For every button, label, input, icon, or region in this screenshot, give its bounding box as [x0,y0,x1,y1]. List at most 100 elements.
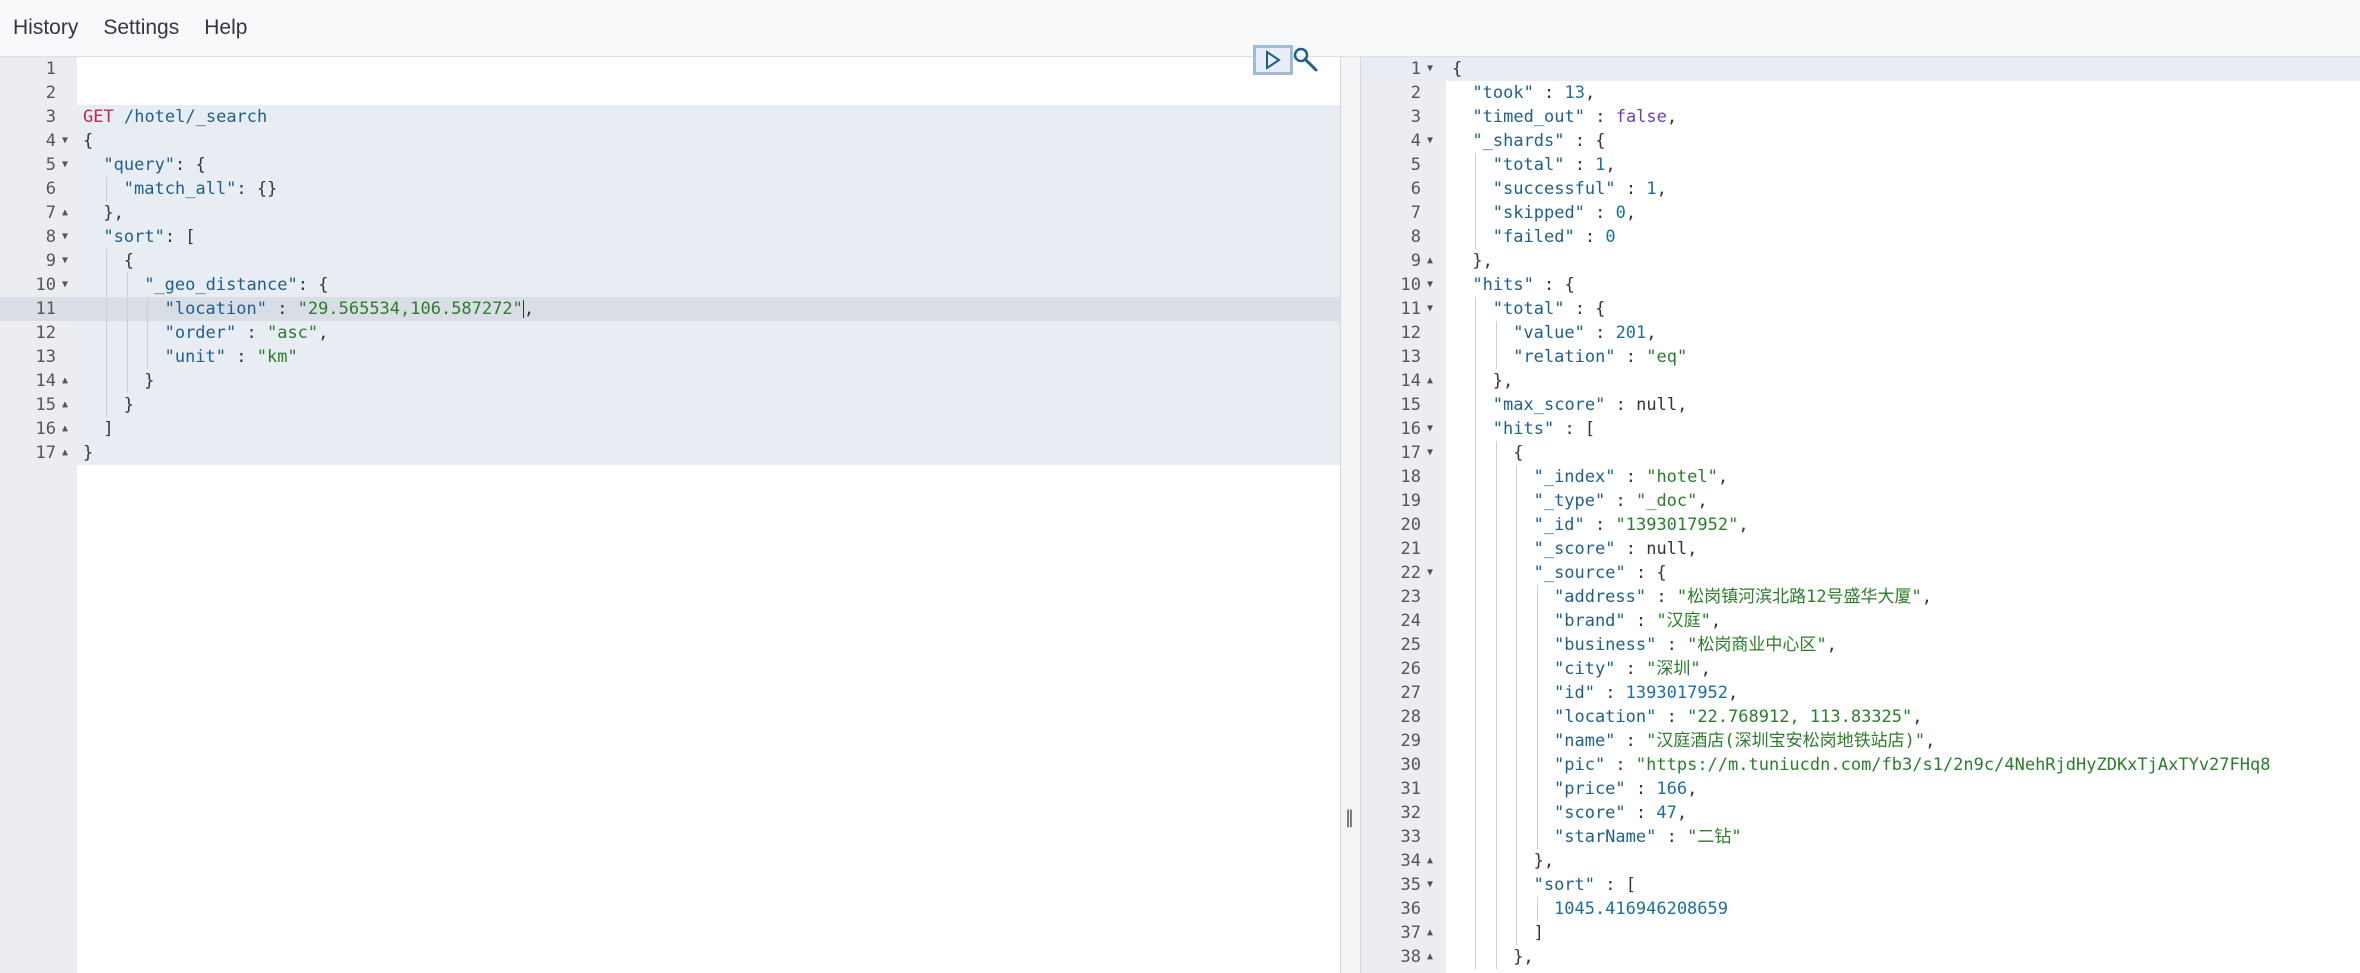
fold-open-icon[interactable]: ▼ [1427,561,1433,585]
code-text[interactable]: "score" : 47, [1554,801,1687,825]
run-request-button[interactable] [1253,45,1293,75]
fold-open-icon[interactable]: ▼ [62,273,68,297]
json-key: "took" [1472,83,1534,103]
fold-close-icon[interactable]: ▲ [62,417,68,441]
code-text[interactable]: "_id" : "1393017952", [1534,513,1749,537]
code-text[interactable]: { [1452,57,1462,81]
code-text[interactable]: "pic" : "https://m.tuniucdn.com/fb3/s1/2… [1554,753,2270,777]
response-viewer[interactable]: 1 ▼ {2 "took" : 13, 3 "timed_out" : false, 4 ▼ "… [1361,57,2360,973]
line-number: 34 [1400,851,1421,871]
fold-open-icon[interactable]: ▼ [62,153,68,177]
json-punctuation: : [266,299,298,319]
code-text[interactable]: "successful" : 1, [1493,177,1667,201]
fold-open-icon[interactable]: ▼ [1427,273,1433,297]
code-text[interactable]: "total" : 1, [1493,153,1616,177]
json-boolean: false [1615,107,1667,127]
pane-resize-divider[interactable]: ‖ [1340,57,1361,973]
fold-close-icon[interactable]: ▲ [1427,369,1433,393]
code-line: 38 ▲}, [1361,945,2360,969]
code-text[interactable]: } [83,441,93,465]
fold-open-icon[interactable]: ▼ [1427,873,1433,897]
json-punctuation: }, [1513,947,1534,967]
code-text[interactable]: { [124,249,134,273]
code-text[interactable]: "address" : "松岗镇河滨北路12号盛华大厦", [1554,585,1932,609]
code-text[interactable]: ] [1534,921,1544,945]
code-text[interactable]: "name" : "汉庭酒店(深圳宝安松岗地铁站店)", [1554,729,1935,753]
code-text[interactable]: "relation" : "eq" [1513,345,1687,369]
code-text[interactable]: } [124,393,134,417]
code-line: 11 "location" : "29.565534,106.587272", [0,297,1340,321]
code-text[interactable]: "id" : 1393017952, [1554,681,1738,705]
json-punctuation: , [1585,83,1596,103]
fold-close-icon[interactable]: ▲ [1427,945,1433,969]
code-line: 13 "relation" : "eq" [1361,345,2360,369]
code-text[interactable]: "hits" : { [1472,273,1574,297]
request-settings-button[interactable] [1292,46,1320,74]
fold-open-icon[interactable]: ▼ [1427,57,1433,81]
json-punctuation: , [1710,611,1722,631]
code-text[interactable]: "_score" : null, [1534,537,1698,561]
code-text[interactable]: "match_all": {} [124,177,278,201]
fold-open-icon[interactable]: ▼ [1427,441,1433,465]
code-text[interactable]: "unit" : "km" [165,345,298,369]
code-text[interactable]: }, [1534,849,1554,873]
code-text[interactable]: "_source" : { [1534,561,1667,585]
fold-open-icon[interactable]: ▼ [1427,417,1433,441]
code-text[interactable]: "max_score" : null, [1493,393,1688,417]
code-text[interactable]: "query": { [103,153,205,177]
code-text[interactable]: "city" : "深圳", [1554,657,1711,681]
line-number: 24 [1400,611,1421,631]
resize-handle-icon[interactable]: ‖ [1345,807,1354,828]
fold-close-icon[interactable]: ▲ [1427,921,1433,945]
code-text[interactable]: "location" : "22.768912, 113.83325", [1554,705,1923,729]
code-text[interactable]: GET /hotel/_search [83,105,267,129]
code-text[interactable]: }, [1493,369,1513,393]
line-number: 11 [35,299,56,319]
menu-history[interactable]: History [13,16,78,40]
fold-open-icon[interactable]: ▼ [62,249,68,273]
code-text[interactable]: "skipped" : 0, [1493,201,1636,225]
fold-close-icon[interactable]: ▲ [62,369,68,393]
code-text[interactable]: "failed" : 0 [1493,225,1616,249]
code-text[interactable]: }, [1513,945,1533,969]
code-text[interactable]: }, [103,201,123,225]
code-text[interactable]: } [144,369,154,393]
fold-open-icon[interactable]: ▼ [62,129,68,153]
code-text[interactable]: "_shards" : { [1472,129,1605,153]
code-line: 25 "business" : "松岗商业中心区", [1361,633,2360,657]
code-text[interactable]: "brand" : "汉庭", [1554,609,1721,633]
code-text[interactable]: "timed_out" : false, [1472,105,1677,129]
fold-close-icon[interactable]: ▲ [62,393,68,417]
code-text[interactable]: "sort": [ [103,225,195,249]
line-number: 16 [35,419,56,439]
code-text[interactable]: "starName" : "二钻" [1554,825,1742,849]
code-text[interactable]: "order" : "asc", [165,321,329,345]
fold-close-icon[interactable]: ▲ [1427,849,1433,873]
code-text[interactable]: "sort" : [ [1534,873,1636,897]
code-text[interactable]: "_index" : "hotel", [1534,465,1729,489]
code-text[interactable]: "total" : { [1493,297,1606,321]
menu-settings[interactable]: Settings [103,16,179,40]
code-text[interactable]: ] [103,417,113,441]
code-text[interactable]: { [1513,441,1523,465]
code-text[interactable]: "location" : "29.565534,106.587272", [165,297,535,321]
code-text[interactable]: "business" : "松岗商业中心区", [1554,633,1837,657]
code-text[interactable]: 1045.416946208659 [1554,897,1728,921]
code-text[interactable]: "value" : 201, [1513,321,1656,345]
code-text[interactable]: "hits" : [ [1493,417,1595,441]
request-editor[interactable]: 1 2 3 GET /hotel/_search 4 ▼{5 ▼ "query": {6 "ma… [0,57,1340,973]
code-text[interactable]: "price" : 166, [1554,777,1697,801]
code-text[interactable]: { [83,129,93,153]
fold-open-icon[interactable]: ▼ [1427,297,1433,321]
code-text[interactable]: "took" : 13, [1472,81,1595,105]
fold-open-icon[interactable]: ▼ [62,225,68,249]
code-text[interactable]: "_geo_distance": { [144,273,328,297]
code-text[interactable]: }, [1472,249,1492,273]
menu-help[interactable]: Help [204,16,247,40]
fold-close-icon[interactable]: ▲ [62,201,68,225]
code-text[interactable]: "_type" : "_doc", [1534,489,1708,513]
code-line: 10 ▼ "hits" : { [1361,273,2360,297]
fold-open-icon[interactable]: ▼ [1427,129,1433,153]
fold-close-icon[interactable]: ▲ [1427,249,1433,273]
fold-close-icon[interactable]: ▲ [62,441,68,465]
